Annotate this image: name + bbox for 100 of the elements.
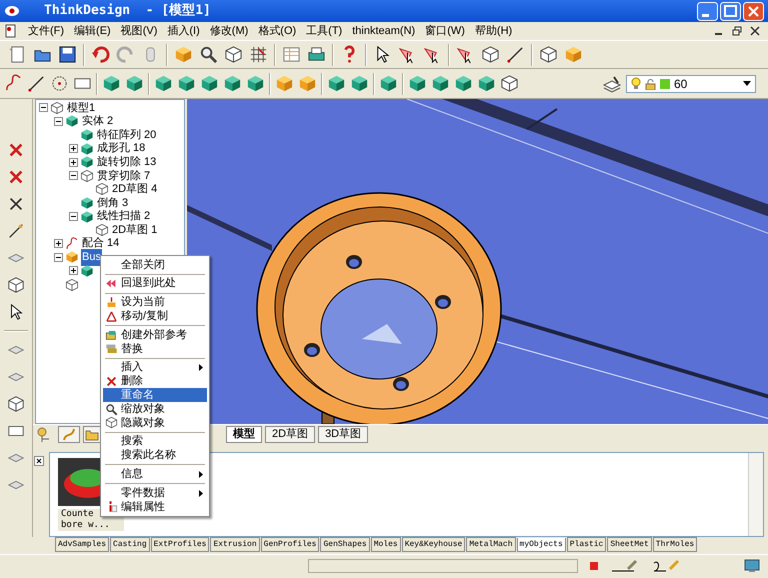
menu-item[interactable]: 设为当前 — [103, 296, 207, 310]
library-tab[interactable]: Casting — [110, 537, 150, 552]
solid-cube-icon[interactable] — [408, 74, 427, 93]
expand-toggle[interactable] — [54, 252, 63, 262]
mdi-restore-icon[interactable] — [732, 26, 742, 36]
solid-cube-icon[interactable] — [177, 74, 196, 93]
menu-item[interactable]: 移动/复制 — [103, 309, 207, 324]
table-icon[interactable] — [282, 45, 301, 64]
menu-item[interactable]: 隐藏对象 — [103, 416, 207, 430]
wireframe-cube-icon[interactable] — [224, 45, 243, 64]
undo-icon[interactable] — [91, 45, 110, 64]
menu-item[interactable]: 工具(T) — [306, 22, 342, 40]
monitor-icon[interactable] — [744, 558, 760, 572]
cube-icon[interactable] — [564, 45, 583, 64]
circle-icon[interactable] — [50, 74, 69, 93]
library-tab[interactable]: Plastic — [566, 537, 606, 552]
solid-cube-icon[interactable] — [125, 74, 144, 93]
tree-view-tab[interactable] — [58, 426, 80, 443]
library-tab[interactable]: MetalMach — [466, 537, 516, 552]
wireframe-cube-icon[interactable] — [7, 276, 25, 294]
menu-item[interactable]: 零件数据 — [103, 486, 207, 500]
curve-pen-icon[interactable] — [652, 558, 682, 572]
view-tab[interactable]: 3D草图 — [318, 426, 368, 443]
menu-item[interactable]: 文件(F) — [28, 22, 64, 40]
save-icon[interactable] — [58, 45, 77, 64]
library-tab[interactable]: GenShapes — [320, 537, 370, 552]
library-tab[interactable]: AdvSamples — [55, 537, 110, 552]
menu-item[interactable]: 视图(V) — [120, 22, 158, 40]
expand-toggle[interactable] — [69, 144, 78, 154]
solid-cube-icon[interactable] — [431, 74, 450, 93]
curve-icon[interactable] — [4, 74, 23, 93]
line-icon[interactable] — [506, 45, 525, 64]
solid-cube-icon[interactable] — [477, 74, 496, 93]
layers-icon[interactable] — [602, 74, 622, 92]
library-tab[interactable]: SheetMet — [607, 537, 652, 552]
solid-cube-icon[interactable] — [246, 74, 265, 93]
menu-item[interactable]: 搜索此名称 — [103, 448, 207, 462]
solid-cube-icon[interactable] — [154, 74, 173, 93]
library-tab[interactable]: GenProfiles — [260, 537, 320, 552]
maximize-button[interactable] — [720, 2, 741, 20]
menu-item[interactable]: 搜索 — [103, 434, 207, 449]
close-icon[interactable] — [34, 456, 44, 466]
dropdown-arrow-icon[interactable] — [743, 81, 751, 86]
menu-item[interactable]: 插入(I) — [167, 22, 200, 40]
menu-item[interactable]: 窗口(W) — [425, 22, 465, 40]
cube-icon[interactable] — [275, 74, 294, 93]
cube-icon[interactable] — [174, 45, 193, 64]
wireframe-cube-icon[interactable] — [500, 74, 519, 93]
delete-icon[interactable] — [7, 168, 25, 186]
wireframe-cube-icon[interactable] — [7, 395, 25, 413]
library-tab[interactable]: Moles — [370, 537, 401, 552]
menu-item[interactable]: 格式(O) — [258, 22, 296, 40]
wireframe-cube-icon[interactable] — [539, 45, 558, 64]
expand-toggle[interactable] — [54, 239, 63, 248]
menu-item[interactable]: thinkteam(N) — [352, 22, 416, 40]
minimize-button[interactable] — [697, 2, 718, 20]
tree-item[interactable]: Bus — [81, 249, 102, 266]
expand-toggle[interactable] — [54, 116, 63, 126]
grid-icon[interactable] — [249, 45, 268, 64]
library-tab[interactable]: Key&Keyhouse — [402, 537, 466, 552]
menu-item[interactable]: 删除 — [103, 374, 207, 388]
menu-item[interactable]: 修改(M) — [210, 22, 248, 40]
menu-item[interactable]: 全部关闭 — [103, 258, 207, 272]
menu-item[interactable]: 重命名 — [103, 388, 207, 402]
line-icon[interactable] — [27, 74, 46, 93]
menu-item[interactable]: 编辑(E) — [74, 22, 111, 40]
library-tab[interactable]: Extrusion — [210, 537, 260, 552]
view-tab[interactable]: 2D草图 — [265, 426, 316, 443]
view-tab[interactable]: 模型 — [226, 426, 262, 443]
line-pen-icon[interactable] — [610, 558, 640, 572]
delete-icon[interactable] — [7, 141, 25, 159]
expand-toggle[interactable] — [69, 266, 78, 276]
close-button[interactable] — [743, 2, 764, 20]
mdi-close-icon[interactable] — [750, 26, 760, 36]
menu-item[interactable]: 替换 — [103, 342, 207, 356]
cube-icon[interactable] — [298, 74, 317, 93]
solid-cube-icon[interactable] — [200, 74, 219, 93]
stop-icon[interactable] — [590, 562, 598, 570]
menu-item[interactable]: 信息 — [103, 467, 207, 482]
solid-cube-icon[interactable] — [327, 74, 346, 93]
menu-item[interactable]: 回退到此处 — [103, 276, 207, 291]
wireframe-cube-icon[interactable] — [481, 45, 500, 64]
menu-item[interactable]: 缩放对象 — [103, 402, 207, 416]
menu-item[interactable]: 帮助(H) — [474, 22, 512, 40]
solid-cube-icon[interactable] — [102, 74, 121, 93]
library-tab[interactable]: ThrMoles — [652, 537, 698, 552]
expand-toggle[interactable] — [69, 158, 78, 167]
expand-toggle[interactable] — [69, 212, 78, 222]
solid-cube-icon[interactable] — [379, 74, 398, 93]
zoom-icon[interactable] — [199, 45, 218, 64]
menu-item[interactable]: 插入 — [103, 360, 207, 375]
solid-cube-icon[interactable] — [454, 74, 473, 93]
vertical-scrollbar[interactable] — [748, 453, 763, 536]
solid-cube-icon[interactable] — [350, 74, 369, 93]
expand-toggle[interactable] — [39, 103, 48, 112]
library-tab[interactable]: ExtProfiles — [150, 537, 210, 552]
expand-toggle[interactable] — [69, 171, 78, 180]
layer-combo[interactable]: 60 — [626, 74, 756, 92]
menu-item[interactable]: 创建外部参考 — [103, 328, 207, 342]
library-tab[interactable]: myObjects — [516, 538, 566, 552]
